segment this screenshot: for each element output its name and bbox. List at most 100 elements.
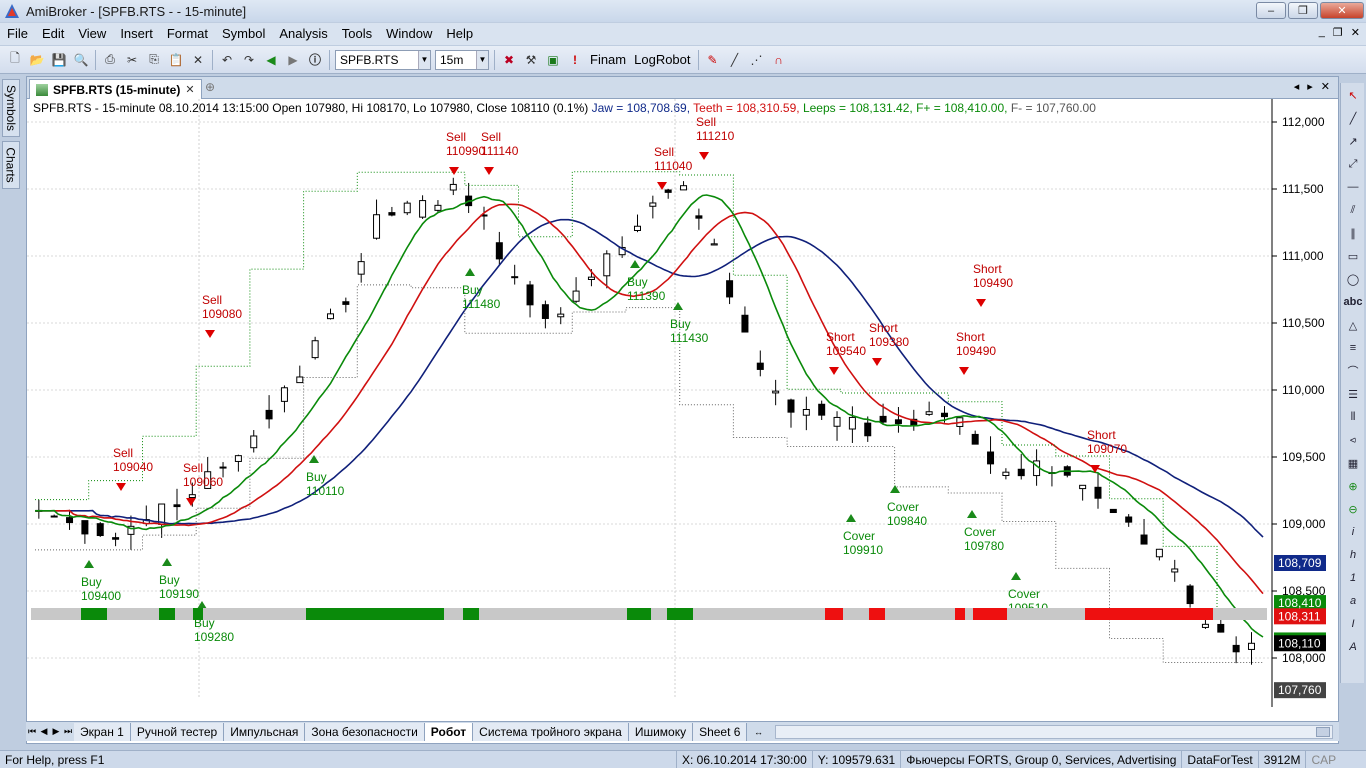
scroll-right-icon[interactable]: ▸	[1307, 80, 1313, 93]
redo-icon[interactable]: ↷	[238, 49, 260, 71]
sheet-tab-triple-screen[interactable]: Система тройного экрана	[473, 722, 629, 741]
mdi-minimize-icon[interactable]: _	[1319, 26, 1325, 39]
menu-tools[interactable]: Tools	[335, 23, 379, 45]
horizontal-line-icon[interactable]: —	[1342, 176, 1364, 198]
text-icon[interactable]: abc	[1342, 291, 1364, 313]
tab-spfb-rts[interactable]: SPFB.RTS (15-minute) ✕	[29, 79, 202, 99]
parallel-lines-icon[interactable]: ⫽	[1342, 199, 1364, 221]
new-icon[interactable]: 🗋	[4, 49, 26, 71]
scroll-left-icon[interactable]: ◂	[1294, 80, 1300, 93]
close-window-icon[interactable]: ✕	[1321, 80, 1330, 93]
zoom-out-icon[interactable]: ⊖	[1342, 498, 1364, 520]
first-sheet-icon[interactable]: ⏮	[26, 726, 38, 737]
cut-icon[interactable]: ✂	[121, 49, 143, 71]
symbol-combo[interactable]: SPFB.RTS ▼	[335, 49, 431, 70]
trendline-icon[interactable]: ╱	[1342, 107, 1364, 129]
info-icon[interactable]: ⓘ	[304, 49, 326, 71]
long-position-segment	[667, 608, 693, 620]
cycles-icon[interactable]: ⫴	[1342, 406, 1364, 428]
chevron-down-icon[interactable]: ▼	[418, 50, 430, 69]
wave-a-icon[interactable]: a	[1342, 590, 1364, 612]
logrobot-button[interactable]: LogRobot	[630, 52, 694, 67]
candle-body	[373, 214, 381, 239]
menu-edit[interactable]: Edit	[35, 23, 71, 45]
price-chart[interactable]: 112,000 111,500 111,000 110,500 110,000 109,5…	[27, 99, 1338, 721]
channel-icon[interactable]: ∥	[1342, 222, 1364, 244]
last-sheet-icon[interactable]: ⏭	[62, 726, 74, 737]
back-icon[interactable]: ◀	[260, 49, 282, 71]
menu-file[interactable]: File	[0, 23, 35, 45]
menu-insert[interactable]: Insert	[113, 23, 160, 45]
gann-icon[interactable]: ▦	[1342, 452, 1364, 474]
tools-icon[interactable]: ⚒	[520, 49, 542, 71]
delete-icon[interactable]: ✕	[187, 49, 209, 71]
tab-symbols[interactable]: Symbols	[2, 79, 20, 137]
cursor-icon[interactable]: ↖	[1342, 84, 1364, 106]
alert-icon[interactable]: !	[564, 49, 586, 71]
interval-combo[interactable]: 15m ▼	[435, 49, 489, 70]
print-icon[interactable]: ⎙	[99, 49, 121, 71]
wave-roman-i-icon[interactable]: I	[1342, 613, 1364, 635]
sheet-tab-manual-tester[interactable]: Ручной тестер	[130, 722, 225, 741]
magnet-icon[interactable]: ∩	[768, 49, 790, 71]
paste-icon[interactable]: 📋	[165, 49, 187, 71]
chevron-down-icon[interactable]: ▼	[476, 50, 488, 69]
arc-icon[interactable]: ⌒	[1342, 360, 1364, 382]
close-button[interactable]: ✕	[1320, 2, 1364, 19]
menu-analysis[interactable]: Analysis	[272, 23, 334, 45]
open-folder-icon[interactable]: 📂	[26, 49, 48, 71]
ray-icon[interactable]: ↗	[1342, 130, 1364, 152]
save-icon[interactable]: 💾	[48, 49, 70, 71]
pitchfork-icon[interactable]: ⪦	[1342, 429, 1364, 451]
new-tab-icon[interactable]: ⊕	[205, 80, 215, 94]
scissors-icon[interactable]: ✖	[498, 49, 520, 71]
signal-label: Buy	[306, 470, 327, 484]
find-icon[interactable]: 🔍	[70, 49, 92, 71]
restore-button[interactable]: ❐	[1288, 2, 1318, 19]
wave-i-icon[interactable]: i	[1342, 521, 1364, 543]
dotted-line-icon[interactable]: ⋰	[746, 49, 768, 71]
next-sheet-icon[interactable]: ▶	[50, 726, 62, 737]
sheet-tab-sheet6[interactable]: Sheet 6	[693, 722, 748, 741]
sheet-tab-robot[interactable]: Робот	[424, 722, 474, 741]
rectangle-icon[interactable]: ▭	[1342, 245, 1364, 267]
tab-charts[interactable]: Charts	[2, 141, 20, 189]
mdi-restore-icon[interactable]: ❐	[1333, 26, 1343, 39]
signal-label: Sell	[654, 145, 674, 159]
wave-h-icon[interactable]: h	[1342, 544, 1364, 566]
sheet-tab-ichimoku[interactable]: Ишимоку	[628, 722, 694, 741]
menu-view[interactable]: View	[71, 23, 113, 45]
line-color-icon[interactable]: ✎	[702, 49, 724, 71]
sell-arrow-icon	[699, 152, 709, 160]
menu-symbol[interactable]: Symbol	[215, 23, 272, 45]
ellipse-icon[interactable]: ◯	[1342, 268, 1364, 290]
minimize-button[interactable]: –	[1256, 2, 1286, 19]
fan-icon[interactable]: ☰	[1342, 383, 1364, 405]
copy-icon[interactable]: ⎘	[143, 49, 165, 71]
extended-line-icon[interactable]: ⤢	[1342, 153, 1364, 175]
menu-format[interactable]: Format	[160, 23, 215, 45]
menu-window[interactable]: Window	[379, 23, 439, 45]
zoom-icon[interactable]: ↔	[747, 727, 769, 737]
sheet-tab-impulse[interactable]: Импульсная	[224, 722, 306, 741]
fibonacci-icon[interactable]: ≡	[1342, 337, 1364, 359]
horizontal-scrollbar[interactable]	[775, 724, 1333, 739]
finam-button[interactable]: Finam	[586, 52, 630, 67]
close-tab-icon[interactable]: ✕	[185, 83, 194, 96]
undo-icon[interactable]: ↶	[216, 49, 238, 71]
forward-icon[interactable]: ▶	[282, 49, 304, 71]
wave-1-icon[interactable]: 1	[1342, 567, 1364, 589]
sheet-tab-ekran1[interactable]: Экран 1	[74, 722, 131, 741]
wave-capital-a-icon[interactable]: A	[1342, 636, 1364, 658]
mdi-close-icon[interactable]: ✕	[1351, 26, 1360, 39]
candle-body	[1232, 644, 1240, 653]
sell-arrow-icon	[205, 330, 215, 338]
zoom-in-icon[interactable]: ⊕	[1342, 475, 1364, 497]
prev-sheet-icon[interactable]: ◀	[38, 726, 50, 737]
sheet-tab-safe-zone[interactable]: Зона безопасности	[305, 722, 425, 741]
pen-icon[interactable]: ╱	[724, 49, 746, 71]
triangle-icon[interactable]: △	[1342, 314, 1364, 336]
buy-arrow-icon	[1011, 572, 1021, 580]
chart-icon[interactable]: ▣	[542, 49, 564, 71]
menu-help[interactable]: Help	[439, 23, 480, 45]
